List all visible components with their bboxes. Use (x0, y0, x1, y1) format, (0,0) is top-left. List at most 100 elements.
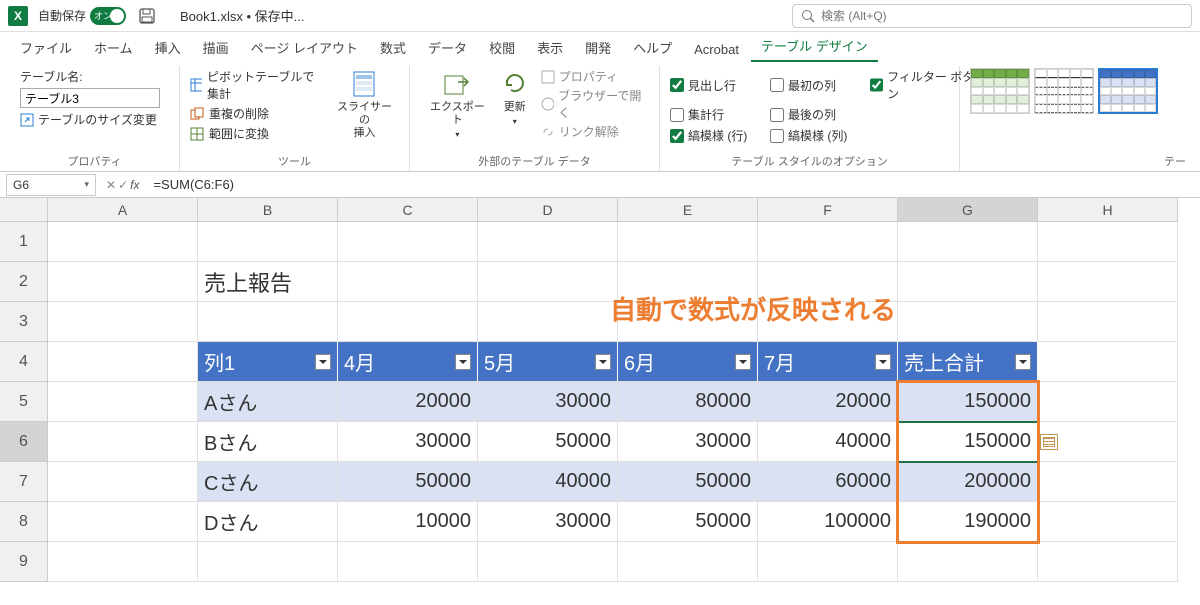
cell-B4[interactable]: 列1 (198, 342, 338, 382)
cell-E9[interactable] (618, 542, 758, 582)
column-header-B[interactable]: B (198, 198, 338, 222)
tab-Acrobat[interactable]: Acrobat (684, 36, 749, 62)
cell-G9[interactable] (898, 542, 1038, 582)
cell-G6[interactable]: 150000 (898, 422, 1038, 462)
select-all-corner[interactable] (0, 198, 48, 222)
tab-挿入[interactable]: 挿入 (145, 32, 191, 62)
export-button[interactable]: エクスポート ▾ (420, 68, 495, 142)
column-header-F[interactable]: F (758, 198, 898, 222)
cell-B7[interactable]: Cさん (198, 462, 338, 502)
cell-H7[interactable] (1038, 462, 1178, 502)
column-header-G[interactable]: G (898, 198, 1038, 222)
cell-G1[interactable] (898, 222, 1038, 262)
cell-E7[interactable]: 50000 (618, 462, 758, 502)
row-header-3[interactable]: 3 (0, 302, 48, 342)
tab-表示[interactable]: 表示 (527, 32, 573, 62)
table-style-option[interactable] (1034, 68, 1094, 114)
column-header-C[interactable]: C (338, 198, 478, 222)
cell-G5[interactable]: 150000 (898, 382, 1038, 422)
table-name-input[interactable] (20, 88, 160, 108)
row-header-2[interactable]: 2 (0, 262, 48, 302)
chk-first-col[interactable]: 最初の列 (770, 68, 860, 102)
cell-H1[interactable] (1038, 222, 1178, 262)
column-header-H[interactable]: H (1038, 198, 1178, 222)
table-style-option[interactable] (970, 68, 1030, 114)
cell-D9[interactable] (478, 542, 618, 582)
row-header-4[interactable]: 4 (0, 342, 48, 382)
cell-C9[interactable] (338, 542, 478, 582)
row-header-1[interactable]: 1 (0, 222, 48, 262)
cell-D1[interactable] (478, 222, 618, 262)
chk-banded-rows[interactable]: 縞模様 (行) (670, 127, 760, 144)
tab-ヘルプ[interactable]: ヘルプ (623, 32, 682, 62)
cell-C5[interactable]: 20000 (338, 382, 478, 422)
remove-dup-button[interactable]: 重複の削除 (190, 105, 320, 122)
row-header-8[interactable]: 8 (0, 502, 48, 542)
cell-F4[interactable]: 7月 (758, 342, 898, 382)
cell-B2[interactable]: 売上報告 (198, 262, 338, 302)
cell-G7[interactable]: 200000 (898, 462, 1038, 502)
column-header-E[interactable]: E (618, 198, 758, 222)
formula-input[interactable]: =SUM(C6:F6) (143, 177, 1200, 192)
cell-G8[interactable]: 190000 (898, 502, 1038, 542)
cell-B1[interactable] (198, 222, 338, 262)
cell-C8[interactable]: 10000 (338, 502, 478, 542)
cell-E8[interactable]: 50000 (618, 502, 758, 542)
cell-A2[interactable] (48, 262, 198, 302)
cell-A5[interactable] (48, 382, 198, 422)
cell-C2[interactable] (338, 262, 478, 302)
autosave-toggle[interactable]: オン (90, 7, 126, 25)
tab-描画[interactable]: 描画 (193, 32, 239, 62)
cell-F8[interactable]: 100000 (758, 502, 898, 542)
filter-dropdown-icon[interactable] (1015, 354, 1031, 370)
cell-A8[interactable] (48, 502, 198, 542)
filter-dropdown-icon[interactable] (595, 354, 611, 370)
cell-D7[interactable]: 40000 (478, 462, 618, 502)
filter-dropdown-icon[interactable] (875, 354, 891, 370)
autofill-options-icon[interactable] (1040, 434, 1058, 450)
cell-E1[interactable] (618, 222, 758, 262)
chk-header-row[interactable]: 見出し行 (670, 68, 760, 102)
fx-icon[interactable]: fx (130, 178, 139, 192)
cell-G3[interactable] (898, 302, 1038, 342)
cell-H4[interactable] (1038, 342, 1178, 382)
cell-C4[interactable]: 4月 (338, 342, 478, 382)
tab-ページ レイアウト[interactable]: ページ レイアウト (241, 32, 368, 62)
cell-A1[interactable] (48, 222, 198, 262)
cell-G4[interactable]: 売上合計 (898, 342, 1038, 382)
cell-A6[interactable] (48, 422, 198, 462)
tab-ファイル[interactable]: ファイル (10, 32, 82, 62)
cell-H9[interactable] (1038, 542, 1178, 582)
table-style-option-selected[interactable] (1098, 68, 1158, 114)
cell-H5[interactable] (1038, 382, 1178, 422)
row-header-7[interactable]: 7 (0, 462, 48, 502)
cell-H3[interactable] (1038, 302, 1178, 342)
search-input[interactable]: 検索 (Alt+Q) (792, 4, 1192, 28)
tab-数式[interactable]: 数式 (370, 32, 416, 62)
tab-ホーム[interactable]: ホーム (84, 32, 143, 62)
cancel-icon[interactable]: ✕ (106, 178, 116, 192)
name-box[interactable]: G6 ▾ (6, 174, 96, 196)
cell-E4[interactable]: 6月 (618, 342, 758, 382)
cell-D5[interactable]: 30000 (478, 382, 618, 422)
cell-H6[interactable] (1038, 422, 1178, 462)
filter-dropdown-icon[interactable] (735, 354, 751, 370)
cell-D2[interactable] (478, 262, 618, 302)
chk-total-row[interactable]: 集計行 (670, 106, 760, 123)
cell-H2[interactable] (1038, 262, 1178, 302)
tab-データ[interactable]: データ (418, 32, 477, 62)
column-header-D[interactable]: D (478, 198, 618, 222)
cell-C6[interactable]: 30000 (338, 422, 478, 462)
tab-校閲[interactable]: 校閲 (479, 32, 525, 62)
cell-B5[interactable]: Aさん (198, 382, 338, 422)
cell-A9[interactable] (48, 542, 198, 582)
cell-B3[interactable] (198, 302, 338, 342)
row-header-5[interactable]: 5 (0, 382, 48, 422)
accept-icon[interactable]: ✓ (118, 178, 128, 192)
pivot-summary-button[interactable]: ピボットテーブルで集計 (190, 68, 320, 102)
cell-B6[interactable]: Bさん (198, 422, 338, 462)
chk-banded-cols[interactable]: 縞模様 (列) (770, 127, 860, 144)
resize-table-button[interactable]: テーブルのサイズ変更 (20, 111, 160, 128)
filter-dropdown-icon[interactable] (315, 354, 331, 370)
cell-E5[interactable]: 80000 (618, 382, 758, 422)
